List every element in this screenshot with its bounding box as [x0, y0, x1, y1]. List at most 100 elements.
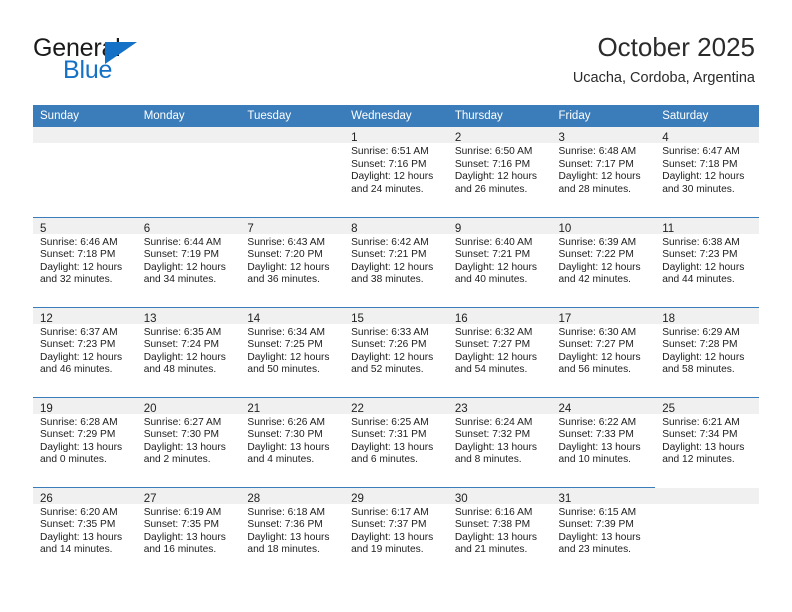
day-number: 19 [40, 402, 53, 415]
calendar-day-cell[interactable]: 8 Sunrise: 6:42 AM Sunset: 7:21 PM Daylight… [344, 216, 448, 307]
day-detail-lines: Sunrise: 6:35 AM Sunset: 7:24 PM Daylight:… [137, 324, 241, 377]
day-number-strip: 16 [447, 307, 552, 325]
day-cell-inner: 5 Sunrise: 6:46 AM Sunset: 7:18 PM Daylight… [33, 217, 137, 307]
calendar-day-cell[interactable]: 30 Sunrise: 6:16 AM Sunset: 7:38 PM Dayligh… [447, 486, 552, 577]
calendar-day-cell[interactable]: 16 Sunrise: 6:32 AM Sunset: 7:27 PM Dayligh… [447, 306, 552, 397]
calendar-day-cell[interactable]: 29 Sunrise: 6:17 AM Sunset: 7:37 PM Dayligh… [344, 486, 448, 577]
weekday-header-saturday: Saturday [655, 105, 759, 127]
day-cell-inner: 10 Sunrise: 6:39 AM Sunset: 7:22 PM Dayligh… [551, 217, 656, 307]
calendar-day-cell[interactable]: 5 Sunrise: 6:46 AM Sunset: 7:18 PM Daylight… [33, 216, 137, 307]
daylight-line: Daylight: 12 hours [247, 261, 330, 273]
day-detail-lines: Sunrise: 6:22 AM Sunset: 7:33 PM Daylight:… [552, 414, 656, 467]
calendar-day-cell[interactable]: 21 Sunrise: 6:26 AM Sunset: 7:30 PM Dayligh… [240, 396, 345, 487]
calendar-day-cell[interactable]: 6 Sunrise: 6:44 AM Sunset: 7:19 PM Daylight… [136, 216, 241, 307]
daylight-line: Daylight: 12 hours [40, 351, 123, 363]
day-cell-inner: 13 Sunrise: 6:35 AM Sunset: 7:24 PM Dayligh… [136, 307, 241, 397]
daylight-line: Daylight: 12 hours [143, 351, 226, 363]
day-cell-inner: 17 Sunrise: 6:30 AM Sunset: 7:27 PM Dayligh… [551, 307, 656, 397]
calendar-day-cell[interactable]: 27 Sunrise: 6:19 AM Sunset: 7:35 PM Dayligh… [136, 486, 241, 577]
calendar-day-cell[interactable]: 14 Sunrise: 6:34 AM Sunset: 7:25 PM Dayligh… [240, 306, 345, 397]
day-detail-lines: Sunrise: 6:34 AM Sunset: 7:25 PM Daylight:… [240, 324, 344, 377]
calendar-day-cell[interactable]: 13 Sunrise: 6:35 AM Sunset: 7:24 PM Dayligh… [136, 306, 241, 397]
sunset-line: Sunset: 7:32 PM [454, 429, 531, 441]
day-number: 26 [40, 492, 53, 505]
calendar-day-cell[interactable]: 9 Sunrise: 6:40 AM Sunset: 7:21 PM Daylight… [447, 216, 552, 307]
sunset-line: Sunset: 7:34 PM [662, 429, 738, 441]
calendar-day-cell[interactable]: 31 Sunrise: 6:15 AM Sunset: 7:39 PM Dayligh… [551, 486, 656, 577]
calendar-day-cell[interactable]: 2 Sunrise: 6:50 AM Sunset: 7:16 PM Daylight… [447, 127, 552, 217]
day-cell-inner: 14 Sunrise: 6:34 AM Sunset: 7:25 PM Dayligh… [240, 307, 345, 397]
calendar-day-cell[interactable]: 11 Sunrise: 6:38 AM Sunset: 7:23 PM Dayligh… [655, 216, 759, 307]
calendar-day-cell[interactable]: 24 Sunrise: 6:22 AM Sunset: 7:33 PM Dayligh… [551, 396, 656, 487]
sunset-line: Sunset: 7:18 PM [662, 158, 738, 170]
calendar-day-cell[interactable]: 18 Sunrise: 6:29 AM Sunset: 7:28 PM Dayligh… [655, 306, 759, 397]
day-cell-inner: 11 Sunrise: 6:38 AM Sunset: 7:23 PM Dayligh… [655, 217, 759, 307]
daylight-line-cont: and 26 minutes. [454, 183, 528, 195]
daylight-line: Daylight: 12 hours [247, 351, 330, 363]
calendar-page: General Blue October 2025 Ucacha, Cordob… [0, 0, 792, 612]
sunrise-line: Sunrise: 6:38 AM [662, 236, 740, 248]
sunset-line: Sunset: 7:25 PM [247, 339, 323, 351]
daylight-line: Daylight: 13 hours [40, 441, 123, 453]
daylight-line-cont: and 24 minutes. [351, 183, 424, 195]
sunrise-line: Sunrise: 6:42 AM [351, 236, 429, 248]
calendar-day-cell[interactable]: 12 Sunrise: 6:37 AM Sunset: 7:23 PM Dayligh… [33, 306, 137, 397]
calendar-day-cell[interactable]: 4 Sunrise: 6:47 AM Sunset: 7:18 PM Daylight… [655, 127, 759, 217]
calendar-day-cell[interactable]: 15 Sunrise: 6:33 AM Sunset: 7:26 PM Dayligh… [344, 306, 448, 397]
day-detail-lines: Sunrise: 6:40 AM Sunset: 7:21 PM Daylight:… [448, 234, 552, 287]
calendar-day-cell[interactable]: 25 Sunrise: 6:21 AM Sunset: 7:34 PM Dayligh… [655, 396, 759, 487]
day-number-strip: 27 [136, 487, 241, 505]
day-number: 17 [558, 312, 572, 325]
calendar-day-cell[interactable]: 23 Sunrise: 6:24 AM Sunset: 7:32 PM Dayligh… [447, 396, 552, 487]
day-detail-lines: Sunrise: 6:47 AM Sunset: 7:18 PM Daylight:… [655, 143, 759, 196]
day-number: 25 [662, 402, 676, 415]
day-detail-lines: Sunrise: 6:30 AM Sunset: 7:27 PM Daylight:… [552, 324, 656, 377]
calendar-day-cell[interactable]: 28 Sunrise: 6:18 AM Sunset: 7:36 PM Dayligh… [240, 486, 345, 577]
daylight-line-cont: and 34 minutes. [143, 274, 217, 286]
daylight-line-cont: and 52 minutes. [351, 364, 424, 376]
calendar-day-cell[interactable]: 17 Sunrise: 6:30 AM Sunset: 7:27 PM Dayligh… [551, 306, 656, 397]
sunrise-line: Sunrise: 6:46 AM [40, 236, 118, 248]
day-number: 18 [662, 312, 676, 325]
day-number-strip: 5 [33, 217, 137, 235]
day-number: 10 [558, 222, 572, 235]
day-number: 31 [558, 492, 572, 505]
day-cell-inner: 7 Sunrise: 6:43 AM Sunset: 7:20 PM Daylight… [240, 217, 345, 307]
calendar-empty-cell [136, 127, 241, 217]
calendar-week-row: 1 Sunrise: 6:51 AM Sunset: 7:16 PM Daylight… [33, 127, 759, 217]
daylight-line: Daylight: 12 hours [143, 261, 226, 273]
calendar-day-cell[interactable]: 20 Sunrise: 6:27 AM Sunset: 7:30 PM Dayligh… [136, 396, 241, 487]
daylight-line: Daylight: 12 hours [40, 261, 123, 273]
day-number: 12 [40, 312, 53, 325]
daylight-line-cont: and 48 minutes. [143, 364, 217, 376]
sunrise-line: Sunrise: 6:15 AM [558, 506, 637, 518]
sunrise-line: Sunrise: 6:24 AM [454, 416, 533, 428]
day-cell-inner: 25 Sunrise: 6:21 AM Sunset: 7:34 PM Dayligh… [655, 397, 759, 487]
daylight-line: Daylight: 12 hours [351, 351, 434, 363]
daylight-line-cont: and 18 minutes. [247, 544, 320, 556]
generalblue-logo: General Blue [33, 34, 243, 88]
calendar-day-cell[interactable]: 22 Sunrise: 6:25 AM Sunset: 7:31 PM Dayligh… [344, 396, 448, 487]
logo-text-blue: Blue [63, 56, 113, 84]
day-detail-lines: Sunrise: 6:15 AM Sunset: 7:39 PM Daylight:… [552, 504, 656, 557]
sunset-line: Sunset: 7:30 PM [247, 429, 323, 441]
daylight-line-cont: and 38 minutes. [351, 274, 424, 286]
sunrise-line: Sunrise: 6:43 AM [247, 236, 325, 248]
weekday-header-wednesday: Wednesday [344, 105, 448, 127]
calendar-day-cell[interactable]: 26 Sunrise: 6:20 AM Sunset: 7:35 PM Dayligh… [33, 486, 137, 577]
sunset-line: Sunset: 7:16 PM [351, 158, 427, 170]
sunset-line: Sunset: 7:35 PM [40, 519, 116, 531]
day-number: 13 [143, 312, 157, 325]
day-detail-lines: Sunrise: 6:44 AM Sunset: 7:19 PM Daylight:… [137, 234, 241, 287]
calendar-day-cell[interactable]: 19 Sunrise: 6:28 AM Sunset: 7:29 PM Dayligh… [33, 396, 137, 487]
calendar-day-cell[interactable]: 7 Sunrise: 6:43 AM Sunset: 7:20 PM Daylight… [240, 216, 345, 307]
sunrise-line: Sunrise: 6:40 AM [454, 236, 533, 248]
calendar-day-cell[interactable]: 10 Sunrise: 6:39 AM Sunset: 7:22 PM Dayligh… [551, 216, 656, 307]
daylight-line: Daylight: 13 hours [247, 531, 330, 543]
calendar-day-cell[interactable]: 1 Sunrise: 6:51 AM Sunset: 7:16 PM Daylight… [344, 127, 448, 217]
day-number-strip: 24 [551, 397, 656, 415]
day-number-strip: 26 [33, 487, 137, 505]
daylight-line: Daylight: 13 hours [40, 531, 123, 543]
sunset-line: Sunset: 7:19 PM [143, 249, 220, 261]
calendar-day-cell[interactable]: 3 Sunrise: 6:48 AM Sunset: 7:17 PM Daylight… [551, 127, 656, 217]
